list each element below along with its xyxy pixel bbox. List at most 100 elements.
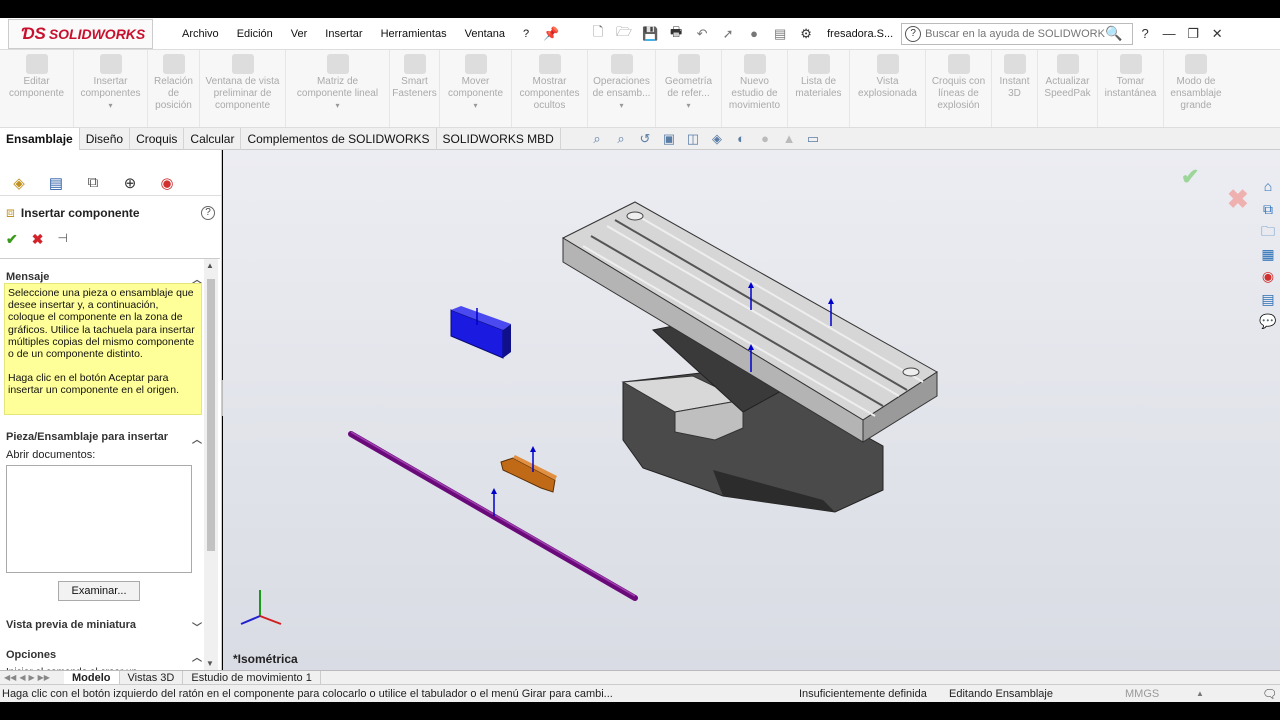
tab-vistas-3d[interactable]: Vistas 3D [120,670,184,685]
property-manager-tab-icon[interactable]: ▤ [41,172,71,194]
take-snapshot-button[interactable]: Tomar instantánea [1098,50,1164,127]
first-tab-icon[interactable]: ◀◀ [4,673,16,682]
reference-geometry-button[interactable]: Geometría de refer... ▾ [656,50,722,127]
close-window-button[interactable]: ✕ [1205,26,1229,42]
chevron-up-icon[interactable]: ︿ [192,649,202,664]
mate-button[interactable]: Relación de posición [148,50,200,127]
file-explorer-icon[interactable]: 🗀 [1258,221,1278,241]
exploded-view-button[interactable]: Vista explosionada [850,50,926,127]
comment-icon[interactable]: 🗨 [1262,687,1277,701]
options-section-header[interactable]: Opciones ︿ [6,649,202,664]
purple-rod-component[interactable] [348,431,638,601]
menu-ver[interactable]: Ver [282,28,317,40]
tab-ensamblaje[interactable]: Ensamblaje [0,127,80,150]
instant-3d-button[interactable]: Instant 3D [992,50,1038,127]
tab-complementos[interactable]: Complementos de SOLIDWORKS [241,127,437,150]
restore-window-button[interactable]: ❐ [1181,26,1205,42]
home-icon[interactable]: ⌂ [1258,176,1278,196]
unit-system[interactable]: MMGS [1125,688,1159,700]
dimxpert-manager-tab-icon[interactable]: ⊕ [115,172,145,194]
scroll-down-icon[interactable]: ▼ [206,659,214,668]
feature-manager-tab-icon[interactable]: ◈ [4,172,34,194]
scrollbar-thumb[interactable] [207,279,215,551]
help-menu-icon[interactable]: ? [1133,26,1157,41]
file-properties-icon[interactable]: ▤ [770,25,790,43]
help-icon[interactable]: ? [201,205,215,220]
save-icon[interactable]: 💾 [640,25,660,43]
configuration-manager-tab-icon[interactable]: ⧉ [78,172,108,194]
open-document-icon[interactable]: 🗁 [614,24,634,43]
view-orientation-icon[interactable]: ◫ [683,131,703,147]
unit-dropdown-icon[interactable]: ▲ [1196,689,1204,698]
update-speedpak-button[interactable]: Actualizar SpeedPak [1038,50,1098,127]
open-documents-list[interactable] [6,465,192,573]
linear-component-pattern-button[interactable]: Matriz de componente lineal ▾ [286,50,390,127]
appearances-icon[interactable]: ◉ [1258,266,1278,286]
component-preview-window-button[interactable]: Ventana de vista preliminar de component… [200,50,286,127]
tab-croquis[interactable]: Croquis [130,127,185,150]
view-palette-icon[interactable]: ▦ [1258,244,1278,264]
blue-block-component[interactable] [450,306,511,359]
menu-help[interactable]: ? [514,28,538,40]
solidworks-logo[interactable]: ƊS SOLIDWORKS [8,18,153,49]
options-gear-icon[interactable]: ⚙ [796,25,816,43]
assembly-features-button[interactable]: Operaciones de ensamb... ▾ [588,50,656,127]
view-settings-icon[interactable]: ▭ [803,131,823,147]
search-icon[interactable]: 🔍 [1105,25,1122,42]
help-search-input[interactable] [925,27,1106,40]
explode-line-sketch-button[interactable]: Croquis con líneas de explosión [926,50,992,127]
move-component-button[interactable]: Mover componente ▾ [440,50,512,127]
tab-diseno[interactable]: Diseño [80,127,131,150]
smart-fasteners-button[interactable]: Smart Fasteners [390,50,440,127]
chevron-down-icon[interactable]: ﹀ [192,619,202,634]
scene-icon[interactable]: ▲ [779,131,799,147]
large-assembly-mode-button[interactable]: Modo de ensamblaje grande [1164,50,1228,127]
custom-properties-icon[interactable]: ▤ [1258,289,1278,309]
pm-scrollbar[interactable]: ▲ ▼ [204,259,218,671]
minimize-window-button[interactable]: — [1157,26,1181,41]
menu-edicion[interactable]: Edición [228,28,282,40]
part-assembly-section-header[interactable]: Pieza/Ensamblaje para insertar ︿ [6,431,202,446]
menu-ventana[interactable]: Ventana [456,28,514,40]
previous-view-icon[interactable]: ↺ [635,131,655,147]
edit-component-button[interactable]: Editar componente [0,50,74,127]
menu-insertar[interactable]: Insertar [316,28,371,40]
thumbnail-section-header[interactable]: Vista previa de miniatura ﹀ [6,619,202,634]
display-style-icon[interactable]: ◈ [707,131,727,147]
browse-button[interactable]: Examinar... [58,581,140,601]
new-document-icon[interactable]: 🗋 [588,24,608,43]
menu-archivo[interactable]: Archivo [173,28,228,40]
bill-of-materials-button[interactable]: Lista de materiales [788,50,850,127]
orange-bracket-component[interactable] [500,446,557,493]
new-motion-study-button[interactable]: Nuevo estudio de movimiento [722,50,788,127]
next-tab-icon[interactable]: ▶ [28,673,34,682]
hide-show-items-icon[interactable]: ◐ [731,131,751,147]
forum-icon[interactable]: 💬 [1258,311,1278,331]
insert-components-button[interactable]: Insertar componentes ▾ [74,50,148,127]
design-library-icon[interactable]: ⧉ [1258,199,1278,219]
zoom-to-fit-icon[interactable]: ⌕ [587,131,607,147]
tab-calcular[interactable]: Calcular [184,127,242,150]
chevron-up-icon[interactable]: ︿ [192,431,202,446]
scroll-up-icon[interactable]: ▲ [206,261,214,270]
prev-tab-icon[interactable]: ◀ [19,673,25,682]
tab-modelo[interactable]: Modelo [64,670,120,685]
graphics-area[interactable]: ✔ ✖ *Isométrica ⌂ ⧉ 🗀 ▦ ◉ ▤ 💬 [223,150,1280,670]
cancel-x-icon[interactable]: ✖ [32,231,44,248]
keep-visible-pin-icon[interactable]: ⊣ [57,231,67,248]
tab-mbd[interactable]: SOLIDWORKS MBD [437,127,561,150]
ok-check-icon[interactable]: ✔ [6,231,18,248]
help-search-box[interactable]: ? 🔍 [901,22,1134,45]
appearance-icon[interactable]: ● [755,131,775,147]
print-icon[interactable]: 🖶 [666,24,686,43]
zoom-to-area-icon[interactable]: ⌕ [611,131,631,147]
rebuild-icon[interactable]: ● [744,25,764,43]
last-tab-icon[interactable]: ▶▶ [38,673,50,682]
undo-icon[interactable]: ↶ [692,25,712,43]
menu-herramientas[interactable]: Herramientas [372,28,456,40]
select-icon[interactable]: ➚ [718,25,738,43]
show-hidden-components-button[interactable]: Mostrar componentes ocultos [512,50,588,127]
display-manager-tab-icon[interactable]: ◉ [152,172,182,194]
section-view-icon[interactable]: ▣ [659,131,679,147]
pin-menu-icon[interactable]: 📌 [541,25,561,43]
